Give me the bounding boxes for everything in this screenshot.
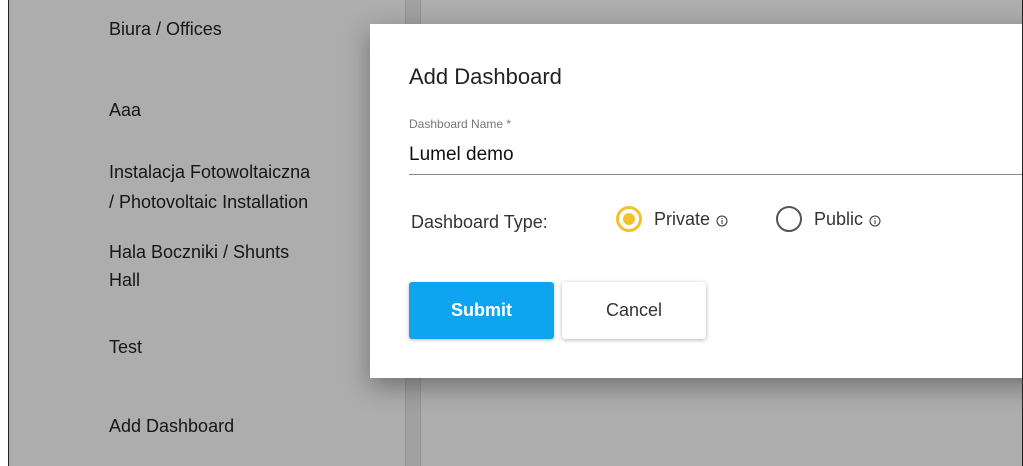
dashboard-name-input[interactable] — [409, 144, 1022, 166]
dialog-title: Add Dashboard — [409, 64, 562, 89]
dashboard-name-label: Dashboard Name * — [409, 117, 512, 131]
submit-button[interactable]: Submit — [409, 282, 554, 339]
info-icon[interactable] — [869, 215, 881, 227]
radio-private[interactable]: Private — [616, 206, 728, 232]
radio-public[interactable]: Public — [776, 206, 881, 232]
add-dashboard-dialog: Add Dashboard Dashboard Name * Dashboard… — [370, 24, 1022, 378]
radio-private-label[interactable]: Private — [654, 209, 710, 230]
dashboard-type-label: Dashboard Type: — [411, 212, 548, 232]
cancel-button[interactable]: Cancel — [562, 282, 706, 339]
info-icon[interactable] — [716, 215, 728, 227]
radio-public-label[interactable]: Public — [814, 209, 863, 230]
dashboard-name-underline — [409, 174, 1022, 175]
radio-private-indicator[interactable] — [616, 206, 642, 232]
app-frame: Biura / Offices Aaa Instalacja Fotowolta… — [8, 0, 1023, 466]
radio-public-indicator[interactable] — [776, 206, 802, 232]
